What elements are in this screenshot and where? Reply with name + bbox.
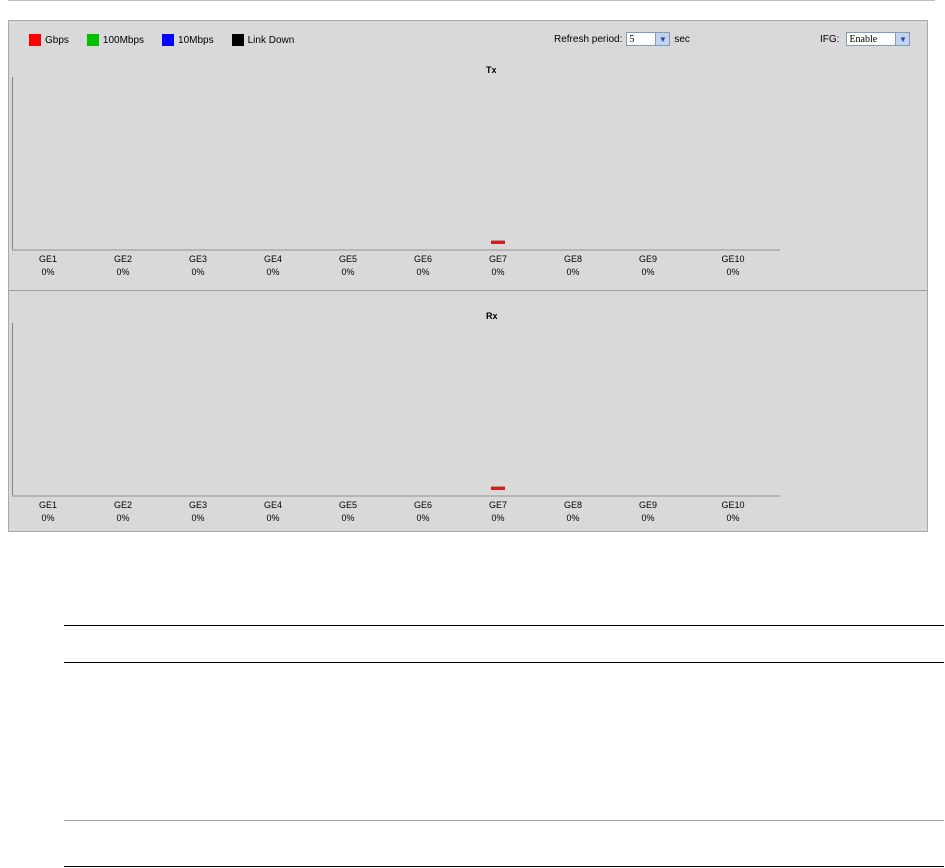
tx-graph-title: Tx (486, 65, 497, 75)
table-rule-row (64, 820, 944, 821)
refresh-period-unit: sec (674, 33, 690, 45)
port-label: GE9 0% (638, 500, 657, 523)
port-label: GE3 0% (188, 500, 207, 523)
ifg-control: IFG: Enable ▼ (820, 32, 911, 46)
top-rule (8, 0, 935, 1)
port-label: GE6 0% (413, 500, 432, 523)
port-label: GE5 0% (338, 254, 357, 277)
rx-bar-ge7 (491, 486, 505, 490)
port-label: GE2 0% (113, 254, 132, 277)
refresh-period-value: 5 (629, 33, 635, 45)
legend-swatch (29, 34, 41, 46)
port-label: GE2 0% (113, 500, 132, 523)
rx-y-axis (12, 323, 13, 495)
tx-y-axis (12, 77, 13, 249)
refresh-period-control: Refresh period: 5 ▼ sec (554, 32, 690, 46)
speed-legend: Gbps 100Mbps 10Mbps Link Down (29, 34, 312, 46)
ifg-label: IFG: (820, 33, 840, 45)
chevron-down-icon[interactable]: ▼ (655, 33, 670, 45)
port-label: GE8 0% (563, 254, 582, 277)
table-rule-header (64, 662, 944, 663)
rx-graph-title: Rx (486, 311, 498, 321)
ifg-value: Enable (849, 33, 878, 45)
table-rule-bottom (64, 866, 944, 867)
port-label: GE1 0% (38, 254, 57, 277)
port-label: GE7 0% (488, 500, 507, 523)
legend-swatch (231, 34, 244, 46)
table-rule-top (64, 625, 944, 626)
port-label: GE7 0% (488, 254, 507, 277)
tx-bar-ge7 (491, 240, 505, 244)
port-label: GE3 0% (188, 254, 207, 277)
legend-item-link-down: Link Down (231, 34, 295, 46)
legend-label: Link Down (247, 34, 295, 46)
legend-swatch (162, 34, 175, 46)
legend-item-100mbps: 100Mbps (86, 34, 145, 46)
ifg-select[interactable]: Enable ▼ (846, 32, 911, 46)
port-label: GE4 0% (263, 254, 282, 277)
legend-swatch (86, 34, 99, 46)
port-label: GE1 0% (38, 500, 57, 523)
tx-baseline (12, 249, 780, 251)
chevron-down-icon[interactable]: ▼ (895, 33, 910, 45)
legend-label: 10Mbps (178, 34, 214, 46)
legend-label: Gbps (45, 34, 69, 46)
rx-baseline (12, 495, 780, 497)
refresh-period-label: Refresh period: (554, 33, 623, 45)
port-label: GE4 0% (263, 500, 282, 523)
port-label: GE10 0% (721, 500, 745, 523)
legend-item-10mbps: 10Mbps (162, 34, 214, 46)
port-label: GE10 0% (721, 254, 745, 277)
port-utilization-panel: Gbps 100Mbps 10Mbps Link Down Refresh pe… (8, 20, 928, 532)
refresh-period-select[interactable]: 5 ▼ (626, 32, 671, 46)
port-label: GE8 0% (563, 500, 582, 523)
legend-label: 100Mbps (102, 34, 145, 46)
legend-item-gbps: Gbps (29, 34, 69, 46)
graph-separator (9, 290, 927, 291)
port-label: GE9 0% (638, 254, 657, 277)
port-label: GE6 0% (413, 254, 432, 277)
port-label: GE5 0% (338, 500, 357, 523)
